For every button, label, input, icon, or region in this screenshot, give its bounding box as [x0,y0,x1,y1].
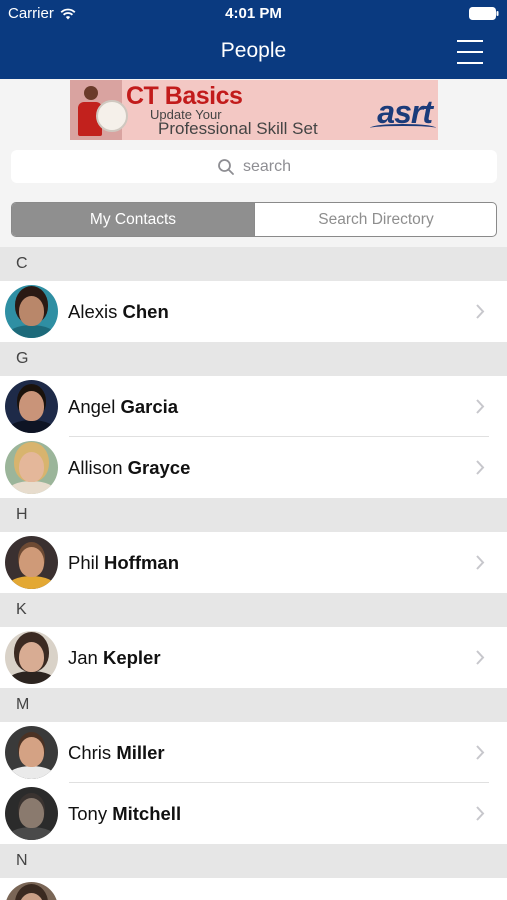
banner-image [70,80,128,140]
contact-row-phil-hoffman[interactable]: Phil Hoffman [0,532,507,593]
search-placeholder: search [242,157,292,175]
chevron-right-icon [476,399,485,414]
contact-name: Angel Garcia [68,396,179,417]
section-header: C [0,247,507,281]
chevron-right-icon [476,806,485,821]
avatar [5,631,58,684]
contact-name: Tony Mitchell [68,803,182,824]
tab-search-directory[interactable]: Search Directory [254,203,496,236]
contact-name: Chris Miller [68,742,165,763]
banner-subtitle-2: Professional Skill Set [158,119,318,138]
avatar [5,787,58,840]
chevron-right-icon [476,460,485,475]
chevron-right-icon [476,650,485,665]
contact-name: Jan Kepler [68,647,161,668]
avatar [5,380,58,433]
section-header: K [0,593,507,627]
section-header: M [0,688,507,722]
search-icon [218,158,234,175]
contact-name: Alexis Chen [68,301,169,322]
chevron-right-icon [476,555,485,570]
nav-header: Carrier 4:01 PM People [0,0,507,79]
avatar [5,536,58,589]
contact-row-allison-grayce[interactable]: Allison Grayce [0,437,507,498]
contact-row-partial[interactable] [0,878,507,900]
battery-icon [469,7,499,20]
chevron-right-icon [476,304,485,319]
logo-swoosh [370,124,436,132]
chevron-right-icon [476,745,485,760]
avatar [5,441,58,494]
menu-icon[interactable] [457,40,483,64]
avatar [5,285,58,338]
ad-banner[interactable]: CT Basics Update Your Professional Skill… [70,80,438,140]
contact-row-angel-garcia[interactable]: Angel Garcia [0,376,507,437]
contact-row-chris-miller[interactable]: Chris Miller [0,722,507,783]
top-area: CT Basics Update Your Professional Skill… [0,79,507,247]
contact-list: C Alexis Chen G Angel Garcia Allison Gra… [0,247,507,900]
status-time: 4:01 PM [225,5,282,22]
search-input[interactable]: search [11,150,497,183]
contact-name: Allison Grayce [68,457,191,478]
contact-row-tony-mitchell[interactable]: Tony Mitchell [0,783,507,844]
contact-name: Phil Hoffman [68,552,180,573]
section-header: N [0,844,507,878]
section-header: G [0,342,507,376]
section-header: H [0,498,507,532]
contact-row-jan-kepler[interactable]: Jan Kepler [0,627,507,688]
avatar [5,882,58,900]
contact-row-alexis-chen[interactable]: Alexis Chen [0,281,507,342]
avatar [5,726,58,779]
tab-my-contacts[interactable]: My Contacts [12,203,254,236]
contacts-segmented-control: My Contacts Search Directory [11,202,497,237]
status-bar: Carrier 4:01 PM [0,0,507,28]
page-title: People [220,39,287,62]
